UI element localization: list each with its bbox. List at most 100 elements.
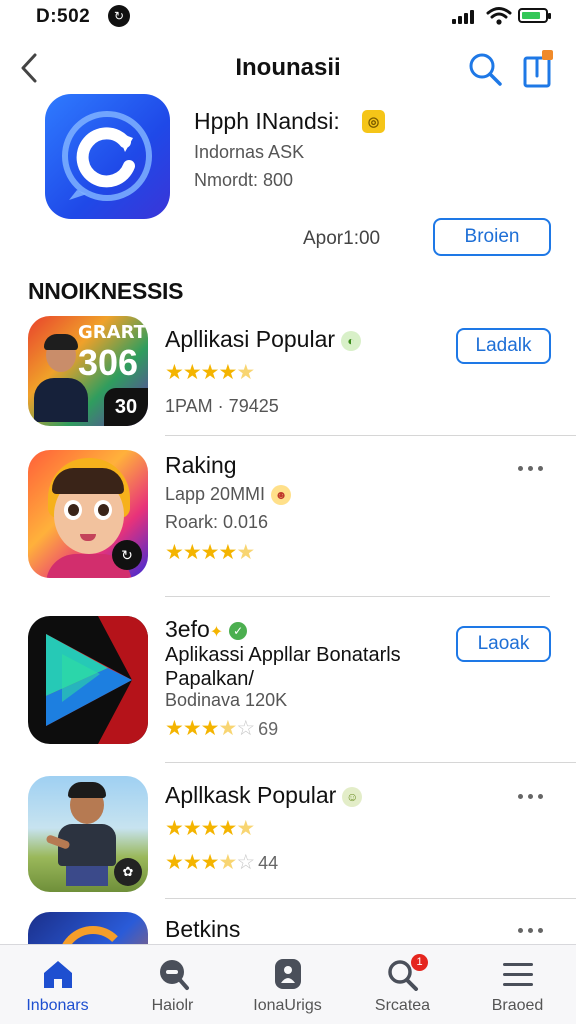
more-options-button[interactable] bbox=[518, 786, 552, 806]
list-item[interactable]: ↻ Raking Lapp 20MMI ☻ Roark: 0.016 ★★★★★ bbox=[0, 450, 576, 580]
icon-label: GRART bbox=[78, 322, 146, 343]
app-icon: ✿ bbox=[28, 776, 148, 892]
get-button[interactable]: Broien bbox=[433, 218, 551, 256]
home-icon bbox=[44, 961, 72, 988]
star-icon: ★ bbox=[165, 541, 184, 564]
list-item[interactable]: GRART 306 30 Apllikasi Popular ◐ ★★★★★ 1P… bbox=[0, 316, 576, 436]
rating-stars: ★★★★★ bbox=[165, 360, 255, 384]
more-options-button[interactable] bbox=[518, 920, 552, 940]
circle-icon: ↻ bbox=[108, 5, 130, 27]
app-icon: GRART 306 30 bbox=[28, 316, 148, 426]
rating-stars: ★★★★☆ 69 bbox=[165, 716, 279, 740]
tab-label: IonaUrigs bbox=[253, 997, 322, 1014]
wifi-icon bbox=[486, 7, 512, 25]
tab-home[interactable]: Inbonars bbox=[0, 945, 115, 1024]
app-meta: Bodinava 120K bbox=[165, 690, 288, 710]
star-icon: ★ bbox=[200, 717, 220, 740]
tab-menu[interactable]: Braoed bbox=[460, 945, 575, 1024]
star-icon: ★ bbox=[165, 361, 184, 384]
battery-icon bbox=[518, 8, 551, 23]
star-icon: ★ bbox=[165, 851, 184, 874]
star-icon: ★ bbox=[218, 717, 237, 740]
app-title: Apllikasi Popular ◐ bbox=[165, 326, 362, 353]
verified-icon: ✓ bbox=[229, 621, 248, 640]
status-time: D:502 bbox=[36, 6, 91, 27]
person-icon bbox=[275, 959, 301, 989]
app-name: Ηpph INandsi: bbox=[194, 108, 340, 134]
star-icon: ★ bbox=[218, 541, 237, 564]
app-price: Apor1:00 bbox=[303, 228, 381, 249]
rating-count: 44 bbox=[258, 853, 279, 873]
featured-app: Ηpph INandsi: ◎ Indornas ASK Nmordt: 800… bbox=[0, 94, 576, 264]
verified-badge-icon: ◎ bbox=[362, 110, 385, 133]
star-icon: ★ bbox=[200, 817, 220, 840]
star-icon: ★ bbox=[182, 717, 202, 740]
notification-badge: 1 bbox=[411, 954, 428, 971]
list-item[interactable]: 3efo✦ ✓ Aplikassi Appllar Bonatarls Papal… bbox=[0, 612, 576, 752]
signal-icon bbox=[452, 10, 478, 24]
tab-label: Inbonars bbox=[26, 997, 89, 1014]
icon-corner: 30 bbox=[104, 388, 148, 426]
app-meta: 1PAM · 79425 bbox=[165, 396, 279, 416]
rating-stars-secondary: ★★★★☆ 44 bbox=[165, 850, 279, 874]
get-button[interactable]: Ladalk bbox=[456, 328, 551, 364]
star-icon: ★ bbox=[218, 817, 237, 840]
star-icon: ★ bbox=[165, 717, 184, 740]
star-icon: ★ bbox=[200, 851, 220, 874]
divider bbox=[165, 762, 576, 763]
app-icon: ↻ bbox=[28, 450, 148, 578]
star-icon: ★ bbox=[236, 541, 255, 564]
share-icon bbox=[523, 50, 553, 88]
app-title: Raking bbox=[165, 452, 237, 478]
section-title: NNOIKNESSIS bbox=[28, 278, 184, 304]
app-meta: Nmordt: 800 bbox=[194, 170, 294, 190]
message-search-icon bbox=[160, 960, 189, 990]
star-icon: ☆ bbox=[236, 717, 255, 740]
rating-count: 69 bbox=[258, 719, 279, 739]
app-description: Aplikassi Appllar Bonatarls bbox=[165, 644, 401, 666]
tab-label: Srcatea bbox=[374, 997, 431, 1014]
tab-search[interactable]: 1 Srcatea bbox=[345, 945, 460, 1024]
rating-stars: ★★★★★ bbox=[165, 540, 255, 564]
app-title: Betkins bbox=[165, 916, 241, 942]
app-meta: Lapp 20MMI ☻ bbox=[165, 484, 292, 506]
replay-icon: ↻ bbox=[112, 540, 142, 570]
sparkle-icon: ✦ bbox=[209, 624, 224, 641]
star-icon: ★ bbox=[218, 361, 237, 384]
search-button[interactable] bbox=[466, 50, 504, 88]
play-icon bbox=[28, 616, 148, 744]
star-icon: ★ bbox=[236, 361, 255, 384]
star-icon: ★ bbox=[182, 541, 202, 564]
star-icon: ★ bbox=[182, 817, 202, 840]
nav-bar: Inounasii bbox=[0, 40, 576, 96]
star-icon: ★ bbox=[182, 361, 202, 384]
tab-messages[interactable]: Haiolr bbox=[115, 945, 230, 1024]
app-description-2: Papalkan/ bbox=[165, 668, 254, 690]
app-title: 3efo✦ ✓ bbox=[165, 616, 248, 643]
status-bar: D:502 ↻ bbox=[0, 0, 576, 36]
emoji-icon: ☻ bbox=[271, 485, 292, 506]
tab-profile[interactable]: IonaUrigs bbox=[230, 945, 345, 1024]
get-button[interactable]: Laoak bbox=[456, 626, 551, 662]
list-item[interactable]: Betkins bbox=[0, 912, 576, 944]
star-icon: ★ bbox=[200, 541, 220, 564]
more-options-button[interactable] bbox=[518, 458, 552, 478]
star-icon: ★ bbox=[218, 851, 237, 874]
menu-icon bbox=[503, 963, 533, 986]
tab-label: Haiolr bbox=[151, 997, 194, 1014]
star-icon: ★ bbox=[236, 817, 255, 840]
star-icon: ☆ bbox=[236, 851, 255, 874]
badge-icon: ✿ bbox=[114, 858, 142, 886]
divider bbox=[165, 898, 576, 899]
search-icon bbox=[469, 53, 502, 86]
divider bbox=[165, 596, 550, 597]
tab-bar: Inbonars Haiolr IonaUrigs 1 Srcatea Brao… bbox=[0, 944, 576, 1024]
icon-number: 306 bbox=[78, 342, 139, 383]
star-icon: ★ bbox=[200, 361, 220, 384]
tab-label: Braoed bbox=[491, 997, 544, 1014]
chat-refresh-icon[interactable] bbox=[45, 94, 170, 219]
star-icon: ★ bbox=[182, 851, 202, 874]
share-button[interactable] bbox=[520, 48, 556, 88]
app-size: Roark: 0.016 bbox=[165, 512, 269, 532]
list-item[interactable]: ✿ Apllkask Popular ☺ ★★★★★ ★★★★☆ 44 bbox=[0, 776, 576, 896]
